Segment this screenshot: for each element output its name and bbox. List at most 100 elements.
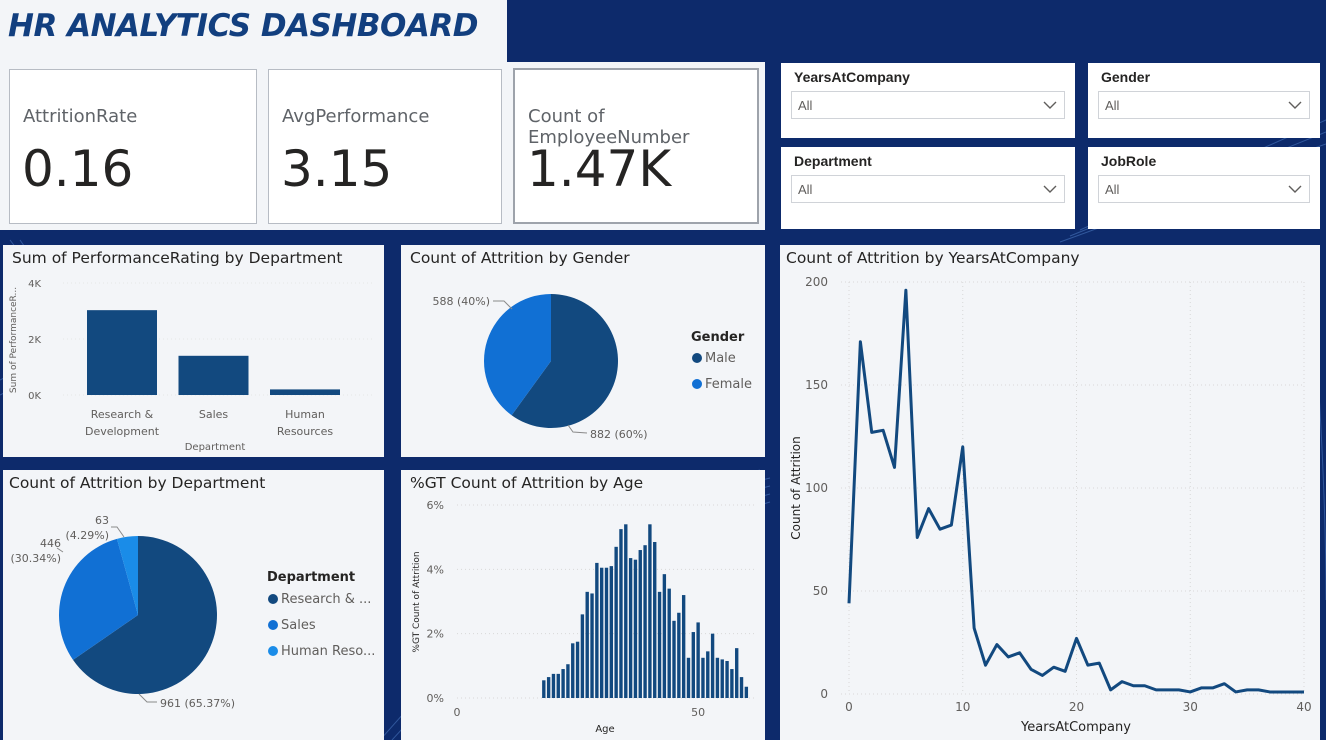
bar xyxy=(561,669,565,698)
y-axis-title: Count of Attrition xyxy=(789,436,803,540)
bar xyxy=(595,562,599,698)
bar xyxy=(566,664,570,698)
y-tick-label: 0K xyxy=(28,391,41,402)
x-tick-label: Human xyxy=(285,408,325,421)
legend-title: Department xyxy=(267,570,355,585)
kpi-label: AvgPerformance xyxy=(282,106,430,127)
x-tick-label: Resources xyxy=(277,425,333,438)
pie-chart-svg: 882 (60%) 588 (40%) Gender Male Female xyxy=(432,294,752,441)
x-axis-title: Department xyxy=(185,442,246,453)
bar xyxy=(701,657,705,698)
legend-label: Female xyxy=(705,377,752,392)
y-tick-label: 2K xyxy=(28,335,41,346)
bar xyxy=(667,588,671,698)
slicer-value: All xyxy=(798,98,813,113)
job-role-dropdown[interactable]: All xyxy=(1098,175,1310,203)
y-tick-label: 2% xyxy=(427,628,444,641)
bar xyxy=(744,686,749,698)
x-tick-label: 10 xyxy=(955,700,970,714)
y-tick-label: 4% xyxy=(427,563,444,576)
department-dropdown[interactable]: All xyxy=(791,175,1065,203)
legend-marker xyxy=(692,353,702,363)
bar xyxy=(619,529,623,698)
bar xyxy=(633,559,638,698)
bar xyxy=(706,651,710,698)
chart-attrition-by-years[interactable]: Count of Attrition by YearsAtCompany 0 50… xyxy=(780,245,1320,740)
bar xyxy=(585,591,589,698)
dashboard-title-box: HR ANALYTICS DASHBOARD xyxy=(0,0,507,62)
chart-performance-by-department[interactable]: Sum of PerformanceRating by Department 0… xyxy=(3,245,384,457)
bar xyxy=(735,648,739,698)
chevron-down-icon xyxy=(1288,185,1302,193)
slicer-label: YearsAtCompany xyxy=(794,69,910,85)
slicer-years-at-company[interactable]: YearsAtCompany All xyxy=(781,63,1075,138)
slicer-label: JobRole xyxy=(1101,153,1157,169)
y-tick-label: 200 xyxy=(805,275,828,289)
bar xyxy=(686,657,691,698)
years-at-company-dropdown[interactable]: All xyxy=(791,91,1065,119)
kpi-card-avg-performance[interactable]: AvgPerformance 3.15 xyxy=(268,69,502,224)
bar xyxy=(677,612,681,698)
data-label: 63 xyxy=(95,514,109,527)
chart-attrition-by-gender[interactable]: Count of Attrition by Gender 882 (60%) 58… xyxy=(401,245,765,457)
bar xyxy=(580,614,585,698)
data-label: 588 (40%) xyxy=(432,295,490,308)
chevron-down-icon xyxy=(1043,185,1057,193)
bar xyxy=(87,310,157,395)
legend-marker xyxy=(268,594,278,604)
data-label: (4.29%) xyxy=(65,529,109,542)
y-tick-label: 0% xyxy=(427,692,444,705)
x-tick-label: Research & xyxy=(91,408,154,421)
chevron-down-icon xyxy=(1288,101,1302,109)
page-title: HR ANALYTICS DASHBOARD xyxy=(8,8,478,44)
y-tick-label: 150 xyxy=(805,378,828,392)
data-label: 446 xyxy=(40,537,61,550)
kpi-value: 3.15 xyxy=(281,140,393,198)
y-tick-label: 100 xyxy=(805,481,828,495)
legend-marker xyxy=(268,646,278,656)
x-tick-label: 0 xyxy=(454,706,461,719)
bar xyxy=(691,632,695,698)
bar xyxy=(614,546,618,698)
bar xyxy=(609,566,614,698)
slicer-job-role[interactable]: JobRole All xyxy=(1088,147,1320,229)
slicer-department[interactable]: Department All xyxy=(781,147,1075,229)
bar xyxy=(551,673,556,698)
x-axis-title: Age xyxy=(595,724,614,735)
bar xyxy=(662,574,667,698)
chevron-down-icon xyxy=(1043,101,1057,109)
bar xyxy=(739,677,744,698)
bar xyxy=(542,680,546,698)
y-tick-label: 4K xyxy=(28,279,41,290)
histogram-svg: 0% 2% 4% 6% 0 50 Age %GT Count of Attrition xyxy=(412,499,756,735)
slicer-gender[interactable]: Gender All xyxy=(1088,63,1320,138)
y-tick-label: 50 xyxy=(813,584,828,598)
bar xyxy=(599,567,604,698)
gender-dropdown[interactable]: All xyxy=(1098,91,1310,119)
kpi-card-attrition-rate[interactable]: AttritionRate 0.16 xyxy=(9,69,257,224)
x-tick-label: 20 xyxy=(1069,700,1084,714)
data-label: (30.34%) xyxy=(10,552,61,565)
bar xyxy=(624,524,628,698)
y-tick-label: 0 xyxy=(820,687,828,701)
bar xyxy=(696,622,700,698)
legend-marker xyxy=(268,620,278,630)
bar xyxy=(546,677,551,698)
slicer-value: All xyxy=(1105,182,1120,197)
x-axis-title: YearsAtCompany xyxy=(1020,720,1131,735)
slicer-label: Department xyxy=(794,153,872,169)
kpi-card-employee-count[interactable]: Count of EmployeeNumber 1.47K xyxy=(513,68,759,224)
legend-title: Gender xyxy=(691,330,745,345)
y-tick-label: 6% xyxy=(427,499,444,512)
bar xyxy=(178,355,249,395)
line-chart-svg: 0 50 100 150 200 0 10 20 30 40 YearsAtCompany Count… xyxy=(789,275,1312,735)
chart-attrition-by-age[interactable]: %GT Count of Attrition by Age 0% 2% 4% 6% 0 5… xyxy=(401,470,765,740)
leader-line xyxy=(567,424,588,434)
bar xyxy=(657,591,662,698)
bar xyxy=(638,550,642,698)
chart-attrition-by-department[interactable]: Count of Attrition by Department 961 (65… xyxy=(3,470,384,740)
kpi-value: 0.16 xyxy=(22,140,134,198)
bar xyxy=(725,661,729,698)
bar xyxy=(628,558,633,698)
y-axis-title: Sum of PerformanceR... xyxy=(9,287,19,393)
